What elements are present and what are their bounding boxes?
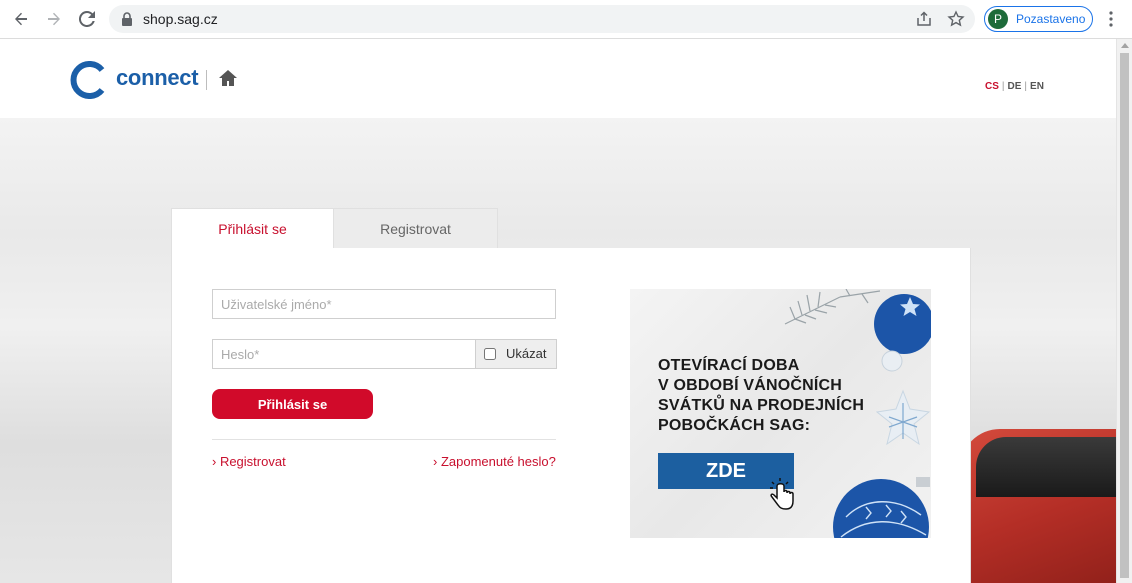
blue-ornament-bottom-icon (833, 477, 930, 538)
profile-status: Pozastaveno (1016, 12, 1086, 26)
vertical-scrollbar[interactable] (1116, 39, 1132, 583)
lang-de[interactable]: DE (1008, 81, 1022, 92)
scroll-up-arrow-icon[interactable] (1121, 43, 1129, 48)
show-password-checkbox[interactable] (484, 348, 496, 360)
connect-logo-icon[interactable] (70, 61, 108, 99)
scroll-thumb[interactable] (1120, 53, 1129, 578)
banner-line: POBOČKÁCH SAG: (658, 417, 811, 434)
tab-login[interactable]: Přihlásit se (171, 208, 333, 248)
avatar: P (988, 9, 1008, 29)
address-bar[interactable]: shop.sag.cz (109, 5, 975, 33)
banner-heading: OTEVÍRACÍ DOBA V OBDOBÍ VÁNOČNÍCH SVÁTKŮ… (658, 356, 864, 436)
holiday-hours-banner[interactable]: OTEVÍRACÍ DOBA V OBDOBÍ VÁNOČNÍCH SVÁTKŮ… (630, 289, 931, 538)
star-icon[interactable] (947, 10, 965, 28)
kebab-menu-icon[interactable] (1103, 9, 1119, 29)
lang-cs[interactable]: CS (985, 81, 999, 92)
login-button[interactable]: Přihlásit se (212, 389, 373, 419)
divider (212, 439, 556, 440)
forward-icon[interactable] (42, 7, 66, 31)
banner-line: V OBDOBÍ VÁNOČNÍCH (658, 377, 843, 394)
banner-line: SVÁTKŮ NA PRODEJNÍCH (658, 397, 865, 414)
show-password-label: Ukázat (506, 346, 547, 361)
register-link[interactable]: › Registrovat (212, 454, 286, 469)
browser-toolbar: shop.sag.cz P Pozastaveno (0, 0, 1132, 39)
lang-en[interactable]: EN (1030, 81, 1044, 92)
password-input[interactable] (212, 339, 476, 369)
site-header: connect CS | DE | EN (0, 39, 1116, 118)
reload-icon[interactable] (75, 7, 99, 31)
show-password-toggle[interactable]: Ukázat (476, 339, 557, 369)
blue-ornament-icon (874, 294, 931, 372)
hand-cursor-icon (770, 478, 794, 510)
language-switcher: CS | DE | EN (985, 81, 1044, 92)
username-input[interactable] (212, 289, 556, 319)
login-panel: Ukázat Přihlásit se › Registrovat › Zapo… (171, 248, 971, 583)
profile-button[interactable]: P Pozastaveno (984, 6, 1093, 32)
snowflake-ornament-icon (876, 389, 931, 446)
url-text[interactable]: shop.sag.cz (143, 11, 218, 27)
car-window (976, 437, 1116, 497)
home-icon[interactable] (218, 69, 238, 87)
tab-register[interactable]: Registrovat (333, 208, 498, 248)
forgot-password-link[interactable]: › Zapomenuté heslo? (433, 454, 556, 469)
share-icon[interactable] (915, 10, 933, 28)
logo-text[interactable]: connect (116, 65, 199, 91)
lock-icon[interactable] (121, 12, 133, 26)
logo-divider (206, 70, 207, 90)
page: connect CS | DE | EN Přihlásit se Registrova… (0, 39, 1116, 583)
banner-line: OTEVÍRACÍ DOBA (658, 357, 800, 374)
back-icon[interactable] (9, 7, 33, 31)
